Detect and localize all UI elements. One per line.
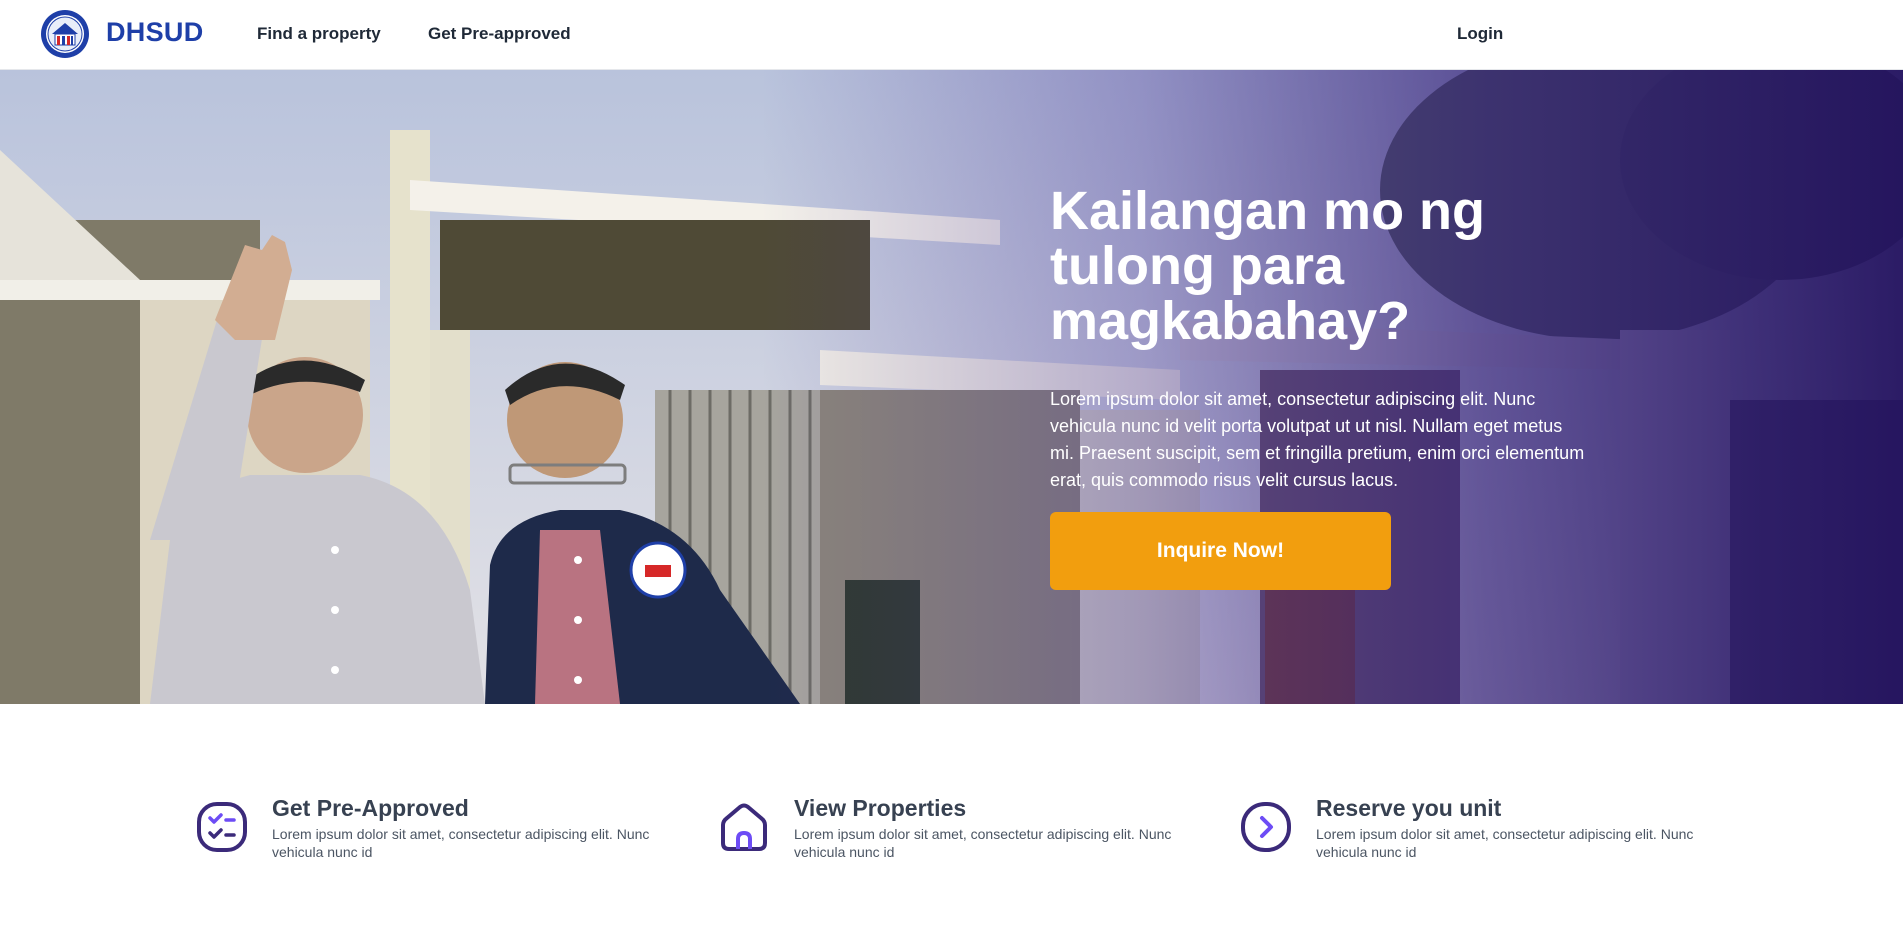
hero-title: Kailangan mo ng tulong para magkabahay? [1050,181,1486,351]
feature-description: Lorem ipsum dolor sit amet, consectetur … [272,826,650,860]
dhsud-logo[interactable] [40,9,90,59]
house-icon [721,803,767,851]
feature-title: Reserve you unit [1316,795,1502,821]
brand-name[interactable]: DHSUD [106,17,204,48]
feature-view-properties: View Properties Lorem ipsum dolor sit am… [718,795,1188,865]
chevron-right-circle-icon [1241,802,1291,852]
hero-banner: Kailangan mo ng tulong para magkabahay? … [0,70,1903,704]
nav-get-pre-approved[interactable]: Get Pre-approved [428,24,571,44]
feature-description: Lorem ipsum dolor sit amet, consectetur … [1316,826,1694,860]
inquire-now-button[interactable]: Inquire Now! [1050,512,1391,590]
feature-description: Lorem ipsum dolor sit amet, consectetur … [794,826,1172,860]
nav-find-property[interactable]: Find a property [257,24,381,44]
feature-get-pre-approved: Get Pre-Approved Lorem ipsum dolor sit a… [196,795,666,865]
nav-login[interactable]: Login [1457,24,1503,44]
checklist-icon [197,802,247,852]
top-navbar: DHSUD Find a property Get Pre-approved L… [0,0,1903,70]
feature-title: Get Pre-Approved [272,795,469,821]
feature-title: View Properties [794,795,967,821]
hero-description: Lorem ipsum dolor sit amet, consectetur … [1050,389,1585,490]
hero-gradient-overlay [0,70,1903,704]
feature-reserve-unit: Reserve you unit Lorem ipsum dolor sit a… [1240,795,1710,865]
